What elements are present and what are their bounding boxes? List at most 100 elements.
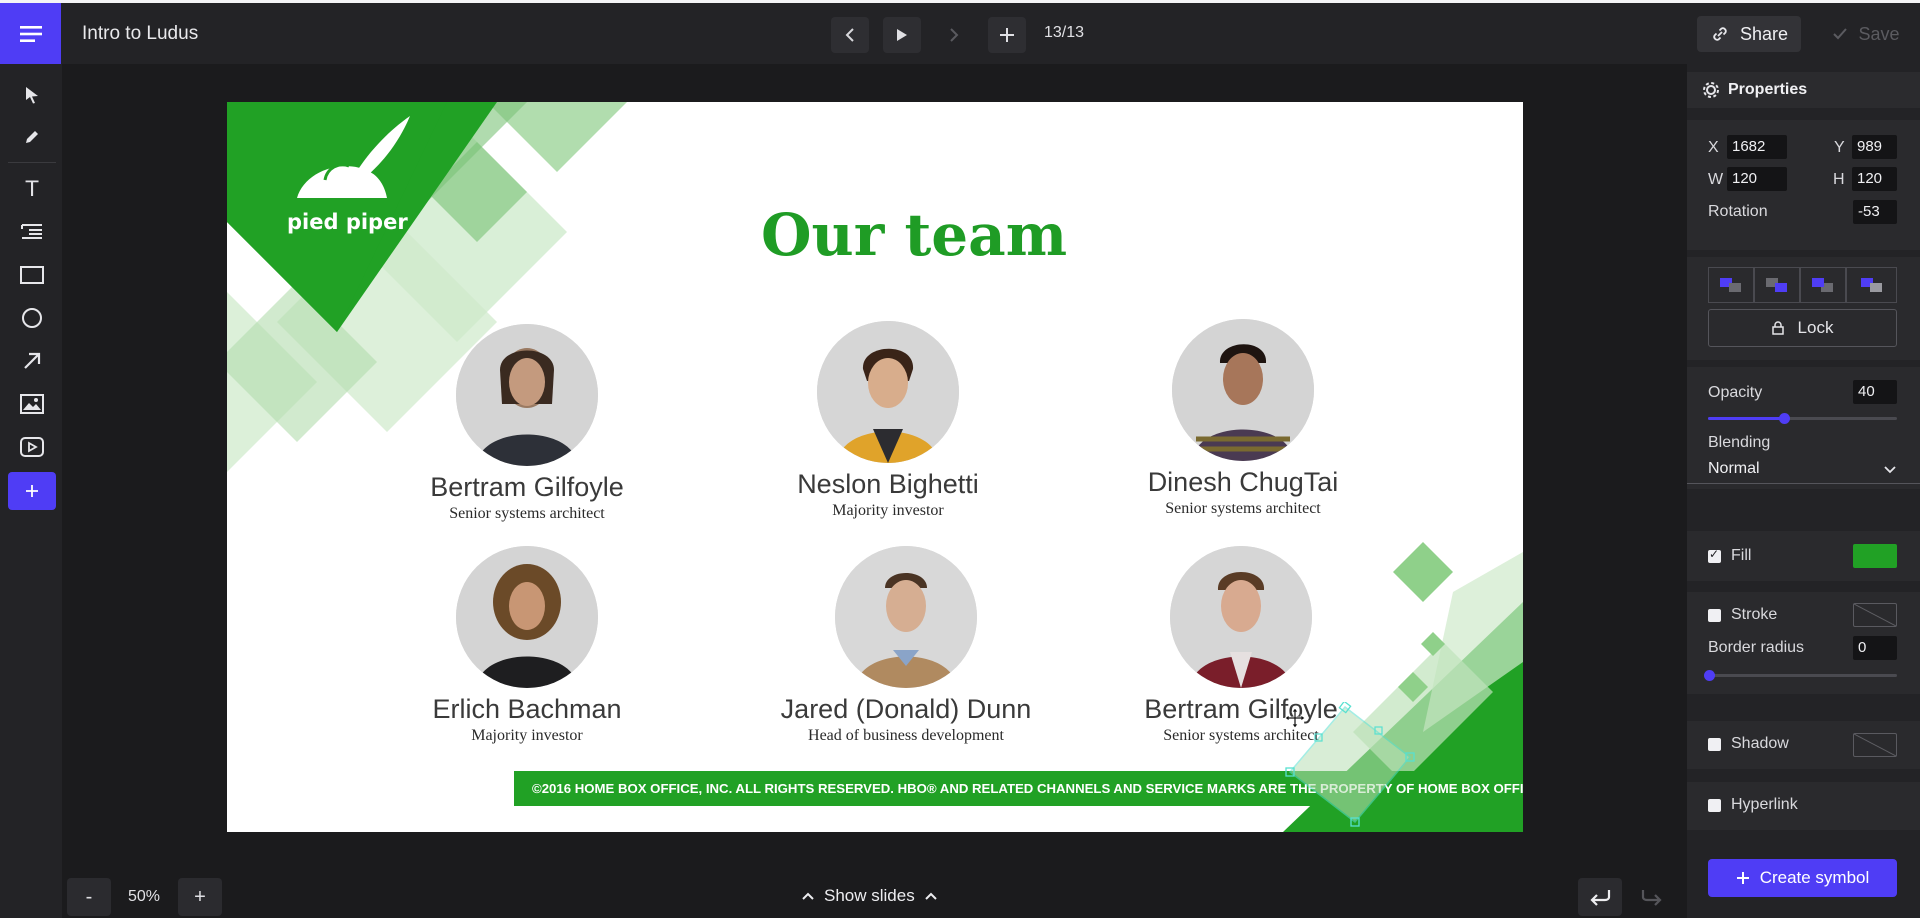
top-bar: Intro to Ludus 13/13 Share Save (0, 0, 1920, 64)
slide-title[interactable]: Our team (761, 201, 1067, 269)
member-avatar (1172, 319, 1314, 461)
pied-piper-logo (297, 116, 410, 198)
border-radius-slider[interactable] (1704, 670, 1897, 681)
blending-select[interactable]: Normal (1708, 460, 1760, 478)
member-avatar (456, 324, 598, 466)
fill-color-swatch[interactable] (1853, 544, 1897, 568)
video-tool[interactable] (8, 428, 56, 466)
add-element-button[interactable] (8, 472, 56, 510)
save-button[interactable]: Save (1818, 16, 1914, 52)
play-button[interactable] (883, 17, 921, 53)
add-plus-icon (26, 485, 38, 497)
redo-button[interactable] (1630, 878, 1674, 916)
list-text-tool[interactable] (8, 213, 56, 251)
document-title[interactable]: Intro to Ludus (82, 23, 198, 45)
redo-icon (1641, 890, 1662, 906)
opacity-slider-knob[interactable] (1778, 413, 1790, 424)
undo-icon (1590, 890, 1611, 906)
team-member-card[interactable]: Dinesh ChugTai Senior systems architect (1093, 319, 1393, 518)
y-input[interactable]: 989 (1852, 135, 1897, 159)
stroke-color-swatch[interactable] (1853, 603, 1897, 627)
zoom-out-button[interactable]: - (67, 878, 111, 916)
create-symbol-button[interactable]: Create symbol (1708, 859, 1897, 897)
add-slide-button[interactable] (988, 17, 1026, 53)
next-slide-button[interactable] (935, 17, 973, 53)
slide-counter: 13/13 (1044, 24, 1085, 41)
border-radius-slider-knob[interactable] (1704, 670, 1715, 681)
image-tool[interactable] (8, 385, 56, 423)
member-role: Senior systems architect (1165, 500, 1321, 517)
send-backward-button[interactable] (1800, 267, 1846, 303)
member-avatar (835, 546, 977, 688)
create-symbol-label: Create symbol (1759, 868, 1870, 887)
undo-button[interactable] (1578, 878, 1622, 916)
stroke-label: Stroke (1731, 606, 1778, 623)
x-input[interactable]: 1682 (1727, 135, 1787, 159)
zoom-level: 50% (127, 888, 161, 905)
shadow-color-swatch[interactable] (1853, 733, 1897, 757)
stroke-checkbox[interactable] (1708, 609, 1721, 622)
show-slides-toggle[interactable]: Show slides (802, 886, 937, 906)
border-radius-input[interactable]: 0 (1853, 636, 1897, 660)
arrow-tool[interactable] (8, 342, 56, 380)
top-edge-line (0, 0, 1920, 3)
list-text-icon (21, 224, 42, 239)
opacity-slider[interactable] (1708, 413, 1897, 424)
brand-name: pied piper (287, 210, 408, 234)
hamburger-menu-icon (19, 25, 42, 42)
move-cursor-icon (1284, 707, 1306, 729)
blending-label: Blending (1708, 434, 1771, 451)
shadow-section: Shadow (1687, 721, 1920, 769)
previous-slide-button[interactable] (831, 17, 869, 53)
chevron-left-icon (845, 28, 854, 42)
geometry-section: X 1682 Y 989 W 120 H 120 Rotation -53 (1687, 120, 1920, 250)
team-member-card[interactable]: Bertram Gilfoyle Senior systems architec… (377, 324, 677, 523)
arrow-icon (24, 352, 41, 369)
fill-label: Fill (1731, 547, 1752, 564)
member-role: Majority investor (471, 727, 583, 744)
play-icon (897, 29, 907, 41)
fill-checkbox[interactable] (1708, 547, 1721, 563)
team-member-card[interactable]: Jared (Donald) Dunn Head of business dev… (756, 546, 1056, 745)
chevron-up-icon (925, 892, 937, 900)
h-input[interactable]: 120 (1852, 167, 1897, 191)
hyperlink-section: Hyperlink (1687, 782, 1920, 830)
hyperlink-checkbox[interactable] (1708, 799, 1721, 812)
slide[interactable]: pied piper Our team Bertram Gilfoyle Sen… (227, 102, 1523, 832)
rectangle-icon (20, 266, 44, 284)
opacity-input[interactable]: 40 (1853, 380, 1897, 404)
y-label: Y (1834, 139, 1845, 156)
rotation-input[interactable]: -53 (1853, 200, 1897, 224)
member-avatar (456, 546, 598, 688)
zoom-in-button[interactable]: + (178, 878, 222, 916)
draw-tool[interactable] (8, 118, 56, 156)
person-photo-icon (1172, 319, 1314, 461)
rectangle-tool[interactable] (8, 256, 56, 294)
shadow-checkbox[interactable] (1708, 738, 1721, 751)
share-button[interactable]: Share (1697, 16, 1801, 52)
bring-forward-button[interactable] (1754, 267, 1800, 303)
hyperlink-label: Hyperlink (1731, 796, 1798, 813)
text-icon: T (25, 177, 39, 201)
selected-shape-outline[interactable] (1285, 702, 1435, 832)
ellipse-tool[interactable] (8, 299, 56, 337)
properties-panel: Properties X 1682 Y 989 W 120 H 120 Rota… (1687, 64, 1920, 918)
member-avatar (817, 321, 959, 463)
share-label: Share (1739, 23, 1789, 44)
team-member-card[interactable]: Neslon Bighetti Majority investor (738, 321, 1038, 520)
lock-button[interactable]: Lock (1708, 309, 1897, 347)
person-photo-icon (817, 321, 959, 463)
properties-header: Properties (1687, 72, 1920, 108)
hamburger-menu-button[interactable] (0, 3, 61, 64)
send-to-back-button[interactable] (1846, 267, 1897, 303)
chevron-down-icon[interactable] (1884, 466, 1896, 474)
opacity-section: Opacity 40 Blending Normal (1687, 367, 1920, 489)
person-photo-icon (835, 546, 977, 688)
send-backward-icon (1812, 278, 1833, 292)
toolbar-divider (8, 162, 56, 163)
team-member-card[interactable]: Erlich Bachman Majority investor (377, 546, 677, 745)
text-tool[interactable]: T (8, 170, 56, 208)
select-tool[interactable] (8, 76, 56, 114)
w-input[interactable]: 120 (1727, 167, 1787, 191)
bring-to-front-button[interactable] (1708, 267, 1754, 303)
